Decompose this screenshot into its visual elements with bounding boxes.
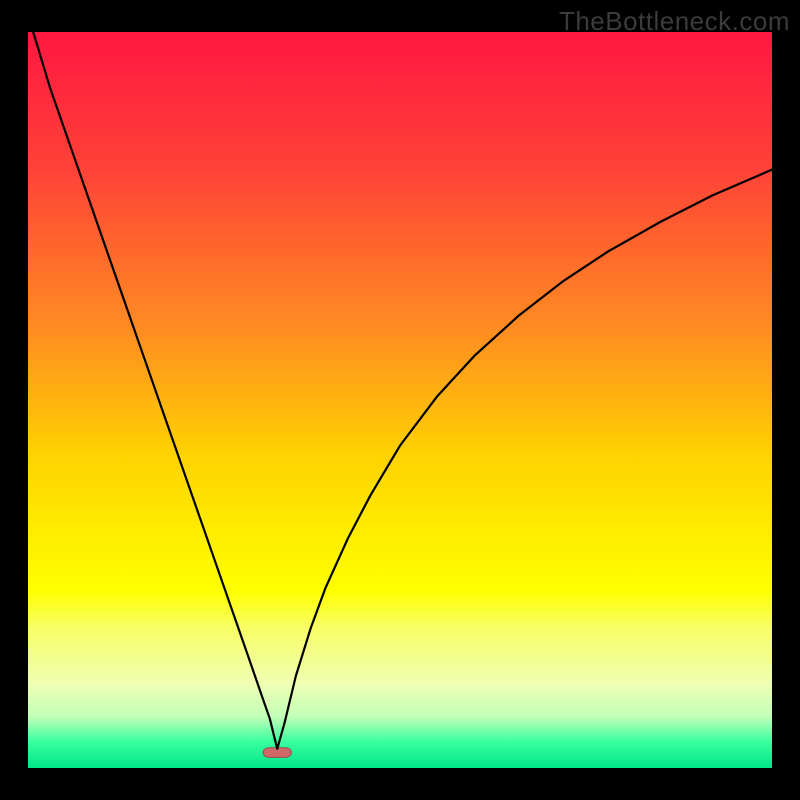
watermark-text: TheBottleneck.com [559, 6, 790, 37]
plot-background [28, 32, 772, 768]
chart-svg [0, 0, 800, 800]
chart-frame: TheBottleneck.com [0, 0, 800, 800]
